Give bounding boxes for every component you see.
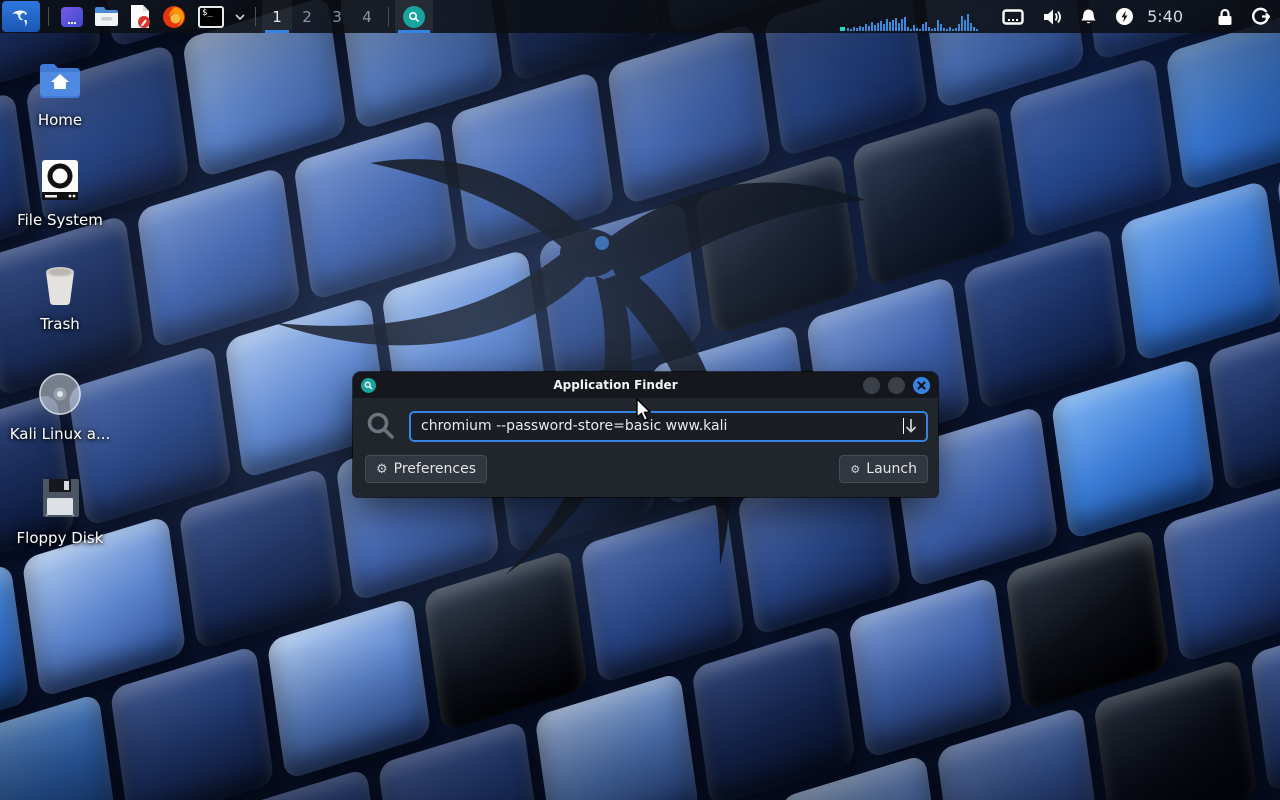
close-button[interactable]	[913, 377, 930, 394]
lock-screen-icon[interactable]	[1217, 8, 1233, 26]
network-icon[interactable]	[1002, 9, 1024, 25]
workspace-label: 3	[332, 8, 342, 26]
desktop-icon-kali-cd[interactable]: Kali Linux a...	[8, 370, 112, 443]
cd-disc-icon	[8, 370, 112, 418]
gear-icon: ⚙	[376, 463, 388, 476]
firefox-icon	[162, 5, 186, 29]
application-finder-icon	[403, 6, 425, 28]
window-app-icon	[361, 378, 376, 393]
workspace-button-1[interactable]: 1	[262, 0, 292, 33]
clock[interactable]: 5:40	[1147, 7, 1183, 26]
desktop-icon-label: Floppy Disk	[8, 529, 112, 547]
command-input[interactable]: chromium --password-store=basic www.kali	[409, 411, 928, 442]
launch-gear-icon: ⚙	[850, 464, 860, 475]
terminal-dropdown-button[interactable]	[231, 0, 249, 33]
workspace-button-3[interactable]: 3	[322, 0, 352, 33]
launcher-text-editor[interactable]	[123, 0, 157, 33]
workspace-button-2[interactable]: 2	[292, 0, 322, 33]
launcher-file-manager[interactable]	[89, 0, 123, 33]
dropdown-arrow-icon[interactable]	[904, 418, 918, 434]
launch-button[interactable]: ⚙ Launch	[839, 455, 928, 483]
window-title: Application Finder	[376, 378, 855, 392]
notifications-bell-icon[interactable]	[1080, 8, 1097, 26]
power-manager-icon[interactable]	[1115, 7, 1134, 26]
cpu-graph-widget[interactable]	[840, 0, 979, 33]
magnifier-icon	[365, 410, 397, 442]
logout-icon[interactable]	[1251, 7, 1270, 26]
hard-drive-icon	[8, 156, 112, 204]
workspace-label: 4	[362, 8, 372, 26]
applications-menu-button[interactable]	[2, 1, 40, 32]
command-input-value: chromium --password-store=basic www.kali	[421, 418, 903, 434]
titlebar[interactable]: Application Finder	[353, 372, 938, 398]
mouse-cursor	[634, 398, 654, 424]
minimize-button[interactable]	[863, 377, 880, 394]
desktop-icon-label: Trash	[8, 315, 112, 333]
workspace-button-4[interactable]: 4	[352, 0, 382, 33]
desktop-icon-home[interactable]: Home	[8, 56, 112, 129]
desktop-icon-file-system[interactable]: File System	[8, 156, 112, 229]
desktop-icon-label: Kali Linux a...	[8, 425, 112, 443]
floppy-disk-icon	[8, 474, 112, 522]
panel-separator	[255, 7, 256, 26]
panel-separator	[48, 7, 49, 26]
kali-dragon-icon	[9, 5, 33, 29]
launcher-terminal[interactable]: $_	[191, 0, 231, 33]
taskbar-item-application-finder[interactable]	[395, 0, 433, 33]
purple-window-icon	[60, 5, 84, 29]
terminal-icon: $_	[198, 6, 224, 28]
chevron-down-icon	[235, 14, 245, 20]
preferences-button-label: Preferences	[394, 461, 476, 477]
launch-button-label: Launch	[866, 461, 917, 477]
trash-icon	[8, 260, 112, 308]
close-icon	[917, 381, 926, 390]
desktop-icon-floppy[interactable]: Floppy Disk	[8, 474, 112, 547]
maximize-button[interactable]	[888, 377, 905, 394]
desktop-icon-label: File System	[8, 211, 112, 229]
application-finder-window: Application Finder chromium --password-s…	[353, 372, 938, 497]
home-folder-icon	[8, 56, 112, 104]
desktop-icon-label: Home	[8, 111, 112, 129]
desktop-icon-trash[interactable]: Trash	[8, 260, 112, 333]
preferences-button[interactable]: ⚙ Preferences	[365, 455, 487, 483]
file-manager-icon	[94, 5, 119, 28]
workspace-label: 2	[302, 8, 312, 26]
volume-icon[interactable]	[1042, 8, 1062, 26]
top-panel: $_ 1 2 3 4 5:40	[0, 0, 1280, 33]
text-editor-icon	[128, 4, 152, 29]
workspace-label: 1	[272, 8, 282, 26]
panel-empty-area	[433, 0, 840, 33]
panel-separator	[388, 7, 389, 26]
launcher-firefox[interactable]	[157, 0, 191, 33]
launcher-purple-window[interactable]	[55, 0, 89, 33]
